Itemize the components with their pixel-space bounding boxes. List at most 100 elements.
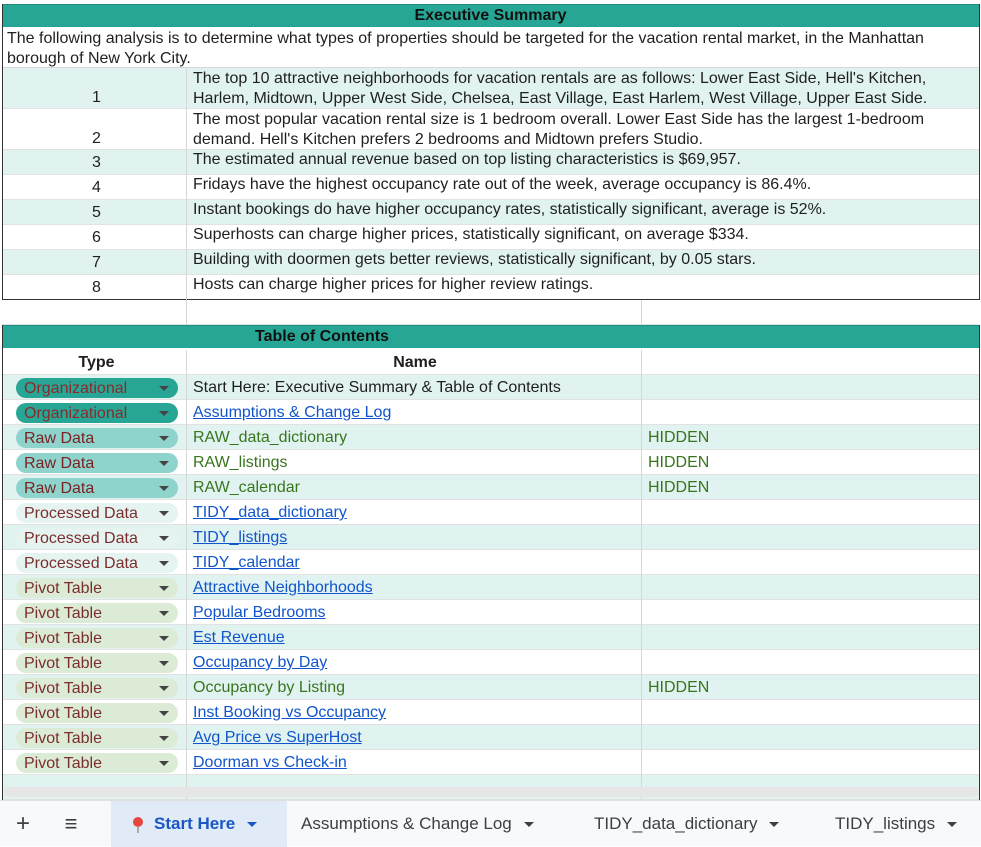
tab-assumptions-change-log[interactable]: Assumptions & Change Log (287, 801, 576, 847)
toc-sheet-link[interactable]: TIDY_listings (193, 528, 287, 548)
toc-sheet-link[interactable]: Attractive Neighborhoods (193, 578, 373, 598)
summary-row-text: The estimated annual revenue based on to… (193, 151, 741, 168)
type-dropdown-chip[interactable]: Raw Data (16, 428, 178, 448)
toc-row[interactable]: Organizational Assumptions & Change Log (2, 400, 979, 425)
type-chip-label: Pivot Table (24, 630, 102, 647)
chevron-down-icon (947, 822, 958, 828)
spreadsheet-grid[interactable]: Executive Summary The following analysis… (0, 0, 981, 800)
chevron-down-icon (159, 761, 169, 766)
chevron-down-icon (159, 536, 169, 541)
summary-row-number: 2 (92, 130, 101, 147)
type-dropdown-chip[interactable]: Pivot Table (16, 578, 178, 598)
toc-sheet-link[interactable]: TIDY_calendar (193, 553, 300, 573)
type-dropdown-chip[interactable]: Raw Data (16, 478, 178, 498)
type-dropdown-chip[interactable]: Pivot Table (16, 653, 178, 673)
toc-header-extension (642, 325, 979, 348)
type-dropdown-chip[interactable]: Pivot Table (16, 753, 178, 773)
toc-row[interactable]: Raw Data RAW_calendar HIDDEN (2, 475, 979, 500)
summary-column-divider (186, 68, 187, 300)
toc-row[interactable]: Pivot Table Occupancy by Listing HIDDEN (2, 675, 979, 700)
summary-row[interactable]: 3 The estimated annual revenue based on … (2, 150, 979, 175)
summary-row[interactable]: 1 The top 10 attractive neighborhoods fo… (2, 68, 979, 109)
toc-row[interactable]: Pivot Table Occupancy by Day (2, 650, 979, 675)
toc-sheet-link[interactable]: Doorman vs Check-in (193, 753, 347, 773)
toc-hidden-sheet-name: Occupancy by Listing (193, 679, 346, 696)
executive-summary-title: Executive Summary (414, 7, 567, 24)
chevron-down-icon (159, 386, 169, 391)
toc-sheet-link[interactable]: Assumptions & Change Log (193, 403, 391, 423)
hidden-flag: HIDDEN (648, 454, 710, 471)
summary-row[interactable]: 4 Fridays have the highest occupancy rat… (2, 175, 979, 200)
horizontal-scrollbar[interactable] (4, 787, 979, 797)
summary-row-text: Instant bookings do have higher occupanc… (193, 201, 827, 218)
toc-row[interactable]: Pivot Table Avg Price vs SuperHost (2, 725, 979, 750)
summary-row[interactable]: 6 Superhosts can charge higher prices, s… (2, 225, 979, 250)
type-chip-label: Organizational (24, 405, 128, 422)
toc-row[interactable]: Processed Data TIDY_calendar (2, 550, 979, 575)
toc-sheet-link[interactable]: Inst Booking vs Occupancy (193, 703, 386, 723)
toc-sheet-link[interactable]: TIDY_data_dictionary (193, 503, 347, 523)
summary-row[interactable]: 7 Building with doormen gets better revi… (2, 250, 979, 275)
chevron-down-icon (159, 561, 169, 566)
type-dropdown-chip[interactable]: Organizational (16, 403, 178, 423)
chevron-down-icon (159, 736, 169, 741)
toc-row[interactable]: Pivot Table Attractive Neighborhoods (2, 575, 979, 600)
toc-row[interactable]: Pivot Table Inst Booking vs Occupancy (2, 700, 979, 725)
add-sheet-button[interactable]: + (12, 801, 34, 847)
type-dropdown-chip[interactable]: Pivot Table (16, 703, 178, 723)
type-chip-label: Processed Data (24, 530, 138, 547)
chevron-down-icon (159, 461, 169, 466)
type-dropdown-chip[interactable]: Processed Data (16, 503, 178, 523)
type-dropdown-chip[interactable]: Organizational (16, 378, 178, 398)
toc-sheet-link[interactable]: Popular Bedrooms (193, 603, 326, 623)
type-chip-label: Raw Data (24, 455, 95, 472)
type-chip-label: Pivot Table (24, 755, 102, 772)
summary-row-text: Superhosts can charge higher prices, sta… (193, 226, 749, 243)
toc-border-right (979, 325, 980, 800)
type-dropdown-chip[interactable]: Pivot Table (16, 603, 178, 623)
type-dropdown-chip[interactable]: Pivot Table (16, 678, 178, 698)
pin-icon (133, 816, 143, 833)
type-dropdown-chip[interactable]: Processed Data (16, 528, 178, 548)
toc-row[interactable]: Pivot Table Est Revenue (2, 625, 979, 650)
type-chip-label: Processed Data (24, 555, 138, 572)
all-sheets-menu-icon[interactable]: ≡ (58, 801, 84, 847)
toc-sheet-link[interactable]: Avg Price vs SuperHost (193, 728, 362, 748)
empty-row[interactable] (2, 300, 979, 325)
type-dropdown-chip[interactable]: Raw Data (16, 453, 178, 473)
toc-row[interactable]: Processed Data TIDY_listings (2, 525, 979, 550)
toc-sheet-link[interactable]: Est Revenue (193, 628, 285, 648)
toc-row[interactable]: Raw Data RAW_listings HIDDEN (2, 450, 979, 475)
chevron-down-icon (159, 636, 169, 641)
type-chip-label: Pivot Table (24, 730, 102, 747)
toc-row[interactable]: Processed Data TIDY_data_dictionary (2, 500, 979, 525)
summary-row[interactable]: 8 Hosts can charge higher prices for hig… (2, 275, 979, 300)
type-chip-label: Raw Data (24, 430, 95, 447)
tab-start-here[interactable]: Start Here (111, 801, 287, 847)
summary-row[interactable]: 2 The most popular vacation rental size … (2, 109, 979, 150)
chevron-down-icon (159, 611, 169, 616)
summary-row-text: The most popular vacation rental size is… (193, 111, 925, 148)
toc-row[interactable]: Raw Data RAW_data_dictionary HIDDEN (2, 425, 979, 450)
tab-tidy-data-dictionary[interactable]: TIDY_data_dictionary (576, 801, 819, 847)
chevron-down-icon (159, 711, 169, 716)
toc-row[interactable]: Pivot Table Popular Bedrooms (2, 600, 979, 625)
chevron-down-icon (159, 586, 169, 591)
toc-title: Table of Contents (255, 328, 389, 345)
type-chip-label: Raw Data (24, 480, 95, 497)
type-chip-label: Organizational (24, 380, 128, 397)
toc-column-divider (186, 350, 187, 800)
toc-sheet-link[interactable]: Occupancy by Day (193, 653, 327, 673)
type-dropdown-chip[interactable]: Pivot Table (16, 728, 178, 748)
tab-label: TIDY_listings (835, 814, 936, 833)
tab-label: Start Here (154, 814, 236, 833)
chevron-down-icon (523, 822, 534, 828)
toc-border-left (2, 325, 3, 800)
type-dropdown-chip[interactable]: Pivot Table (16, 628, 178, 648)
toc-row[interactable]: Organizational Start Here: Executive Sum… (2, 375, 979, 400)
type-dropdown-chip[interactable]: Processed Data (16, 553, 178, 573)
tab-tidy-listings[interactable]: TIDY_listings (819, 801, 981, 847)
summary-row-text: The top 10 attractive neighborhoods for … (193, 70, 928, 107)
summary-row[interactable]: 5 Instant bookings do have higher occupa… (2, 200, 979, 225)
toc-row[interactable]: Pivot Table Doorman vs Check-in (2, 750, 979, 775)
